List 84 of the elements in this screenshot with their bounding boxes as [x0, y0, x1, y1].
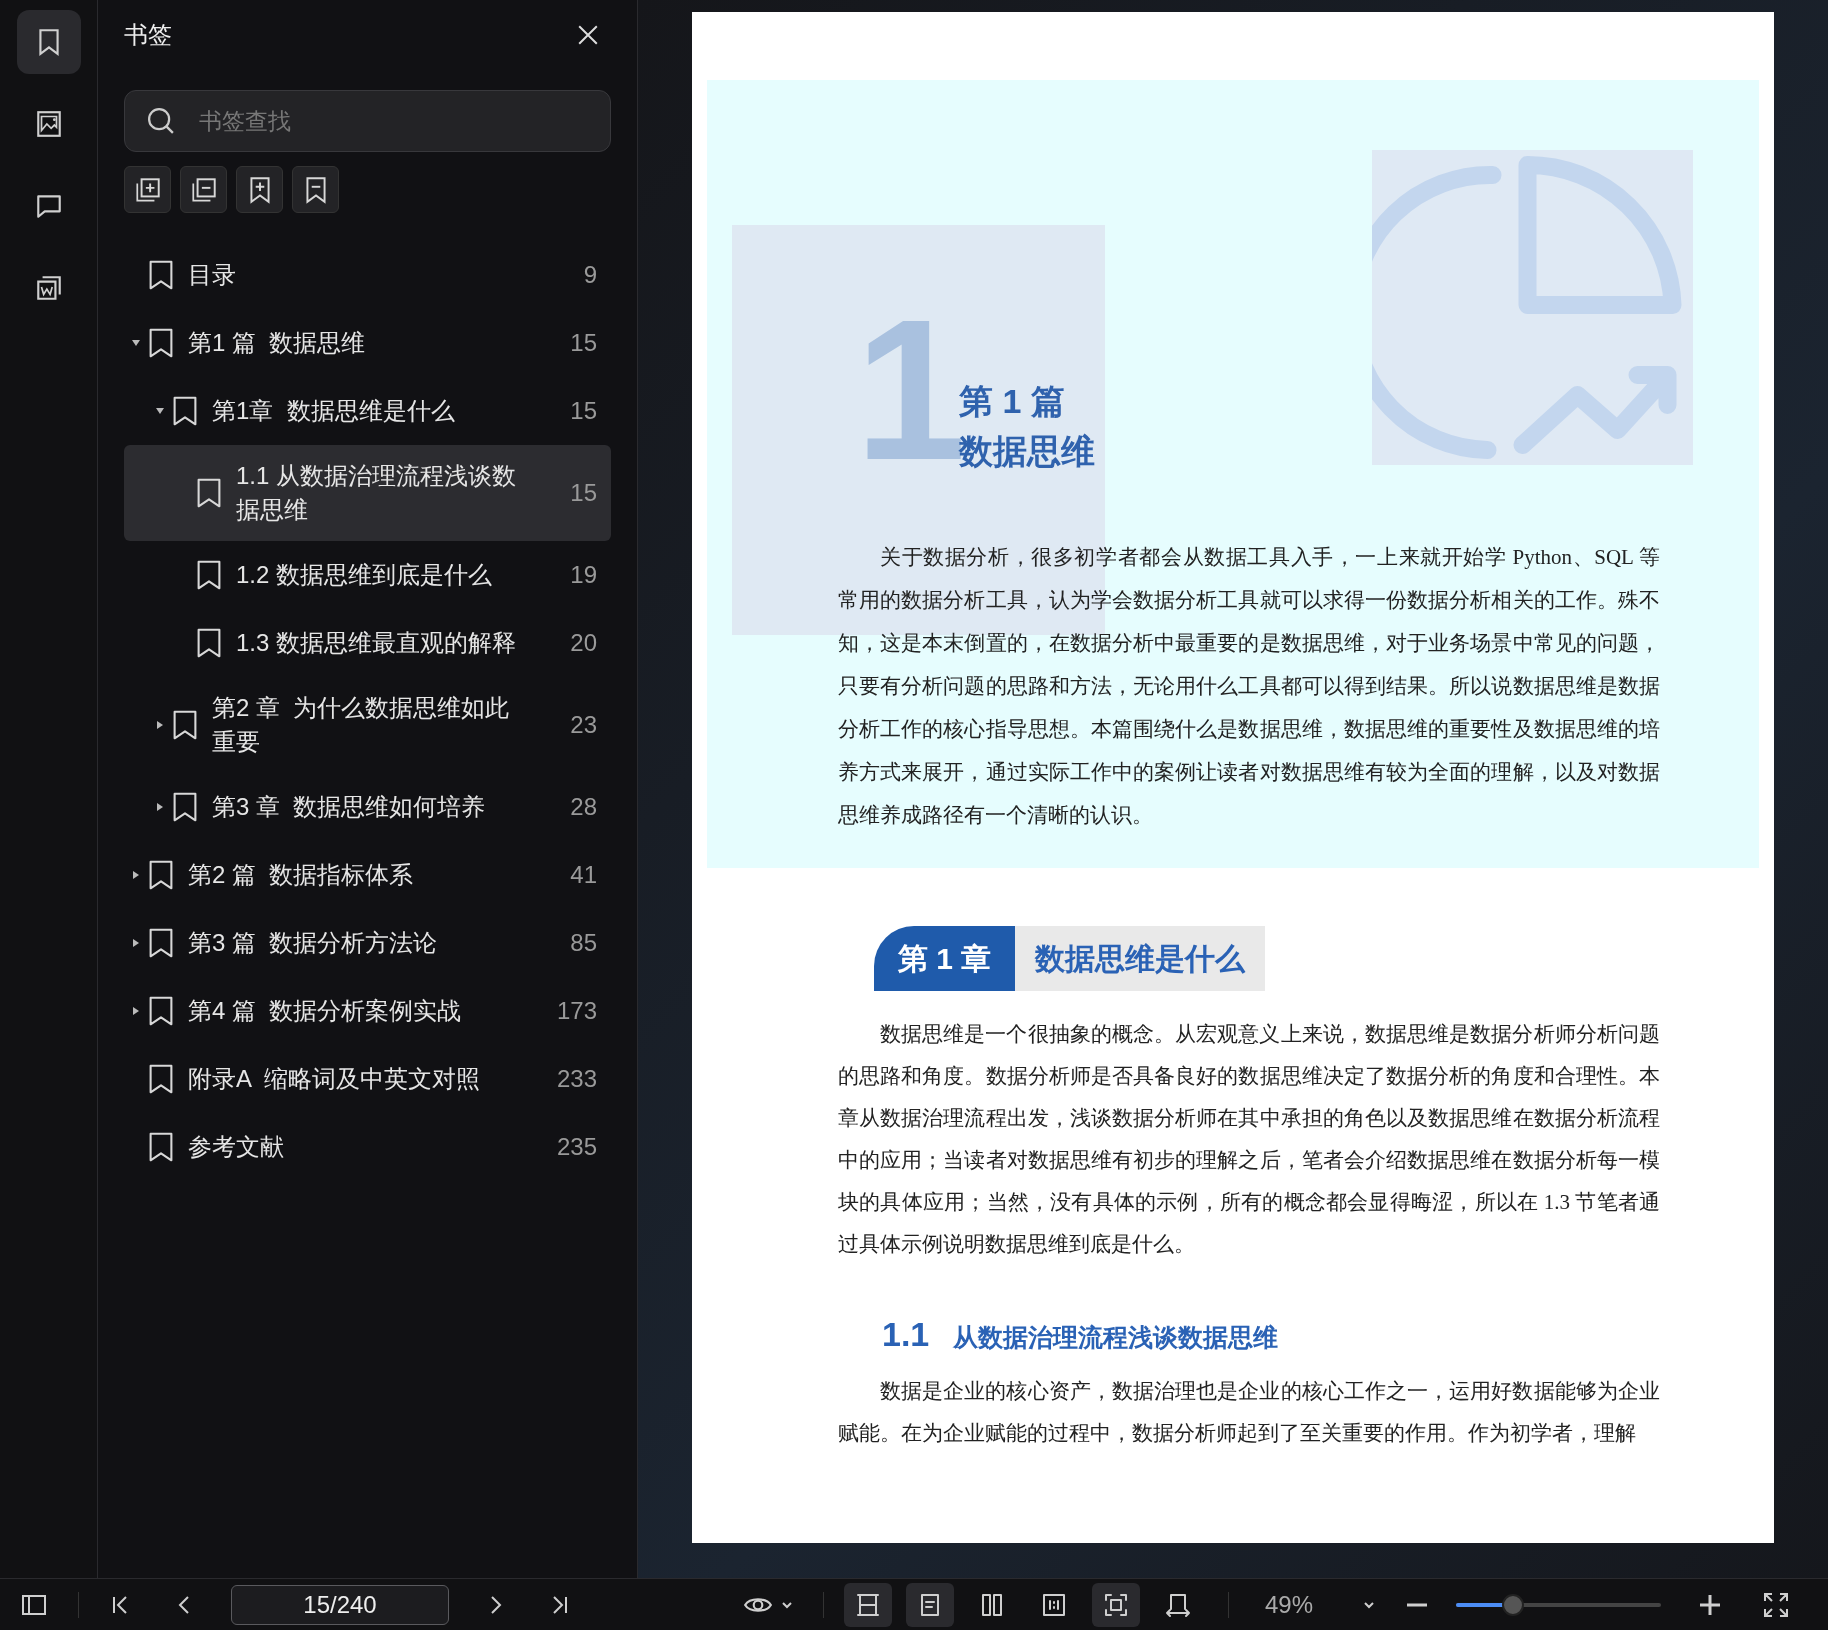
toolbar-button[interactable] [236, 166, 283, 213]
page-number: 15 [569, 478, 597, 508]
bookmark-row[interactable]: 第3 章 数据思维如何培养 28 [124, 773, 611, 841]
caret-icon[interactable] [155, 802, 165, 812]
page-number: 20 [569, 628, 597, 658]
page-number: 173 [555, 996, 597, 1026]
bookmark-title: 1.1 从数据治理流程浅谈数据思维 [236, 461, 518, 525]
caret-icon[interactable] [155, 720, 165, 730]
section-paragraph: 数据是企业的核心资产，数据治理也是企业的核心工作之一，运用好数据能够为企业赋能。在为企业赋能的过程中，数据分析师起到了至关重要的作用。作为初学者，理解 [838, 1378, 1660, 1447]
intro-paragraph: 关于数据分析，很多初学者都会从数据工具入手，一上来就开始学 Python、SQL 等常用的数据分析工具，认为学会数据分析工具就可以求得一份数据分析相关的工作。殊不知，这是本末倒置的，在数据分析中最重要的是数据思维，对于业务场景中常见的问题，只要有分析问题的思路和方法，无论用什么工具都可以得到结果。所以说数据思维是数据分析工作的核心指导思想。本篇围绕什么是数据思维，数据思维的重要性及数据思维的培养方式来展开，通过实际工作中的案例让读者对数据思维有较为全面的理解，以及对数据思维养成路径有一个清晰的认识。 [838, 544, 1660, 829]
view-mode-button[interactable] [844, 1582, 892, 1627]
bookmark-icon [148, 860, 174, 890]
bookmark-icon [172, 396, 198, 426]
panel-title: 书签 [124, 20, 172, 50]
page-number: 23 [569, 710, 597, 740]
bookmark-row[interactable]: 第1 篇 数据思维 15 [124, 309, 611, 377]
page-number: 15 [569, 328, 597, 358]
zoom-in-icon[interactable] [1698, 1592, 1722, 1617]
zoom-value[interactable]: 49% [1265, 1586, 1325, 1623]
page-number: 233 [555, 1064, 597, 1094]
bookmark-title: 目录 [188, 260, 237, 290]
bookmark-icon [196, 628, 222, 658]
page-number: 19 [569, 560, 597, 590]
bookmark-row[interactable]: 1.1 从数据治理流程浅谈数据思维 15 [124, 445, 611, 541]
chapter-label: 第 1 章 [874, 926, 1016, 991]
page-number: 41 [569, 860, 597, 890]
bookmark-title: 附录A 缩略词及中英文对照 [188, 1064, 482, 1094]
caret-icon[interactable] [131, 1006, 141, 1016]
page-number: 9 [582, 260, 597, 290]
bookmark-title: 参考文献 [188, 1132, 285, 1162]
toolbar-button[interactable] [180, 166, 227, 213]
search-icon [146, 106, 176, 136]
bookmark-row[interactable]: 第3 篇 数据分析方法论 85 [124, 909, 611, 977]
bookmark-row[interactable]: 附录A 缩略词及中英文对照 233 [124, 1045, 611, 1113]
bookmark-title: 第2 章 为什么数据思维如此重要 [212, 693, 511, 757]
bookmark-icon [196, 478, 222, 508]
bookmark-icon [148, 328, 174, 358]
bookmark-icon [172, 710, 198, 740]
bookmark-icon [172, 792, 198, 822]
chapter-paragraph: 数据思维是一个很抽象的概念。从宏观意义上来说，数据思维是数据分析师分析问题的思路和角度。数据分析师是否具备良好的数据思维决定了数据分析的角度和合理性。本章从数据治理流程出发，浅谈数据分析师在其中承担的角色以及数据思维在数据分析流程中的应用；当读者对数据思维有初步的理解之后，笔者会介绍数据思维在数据分析每一模块的具体应用；当然，没有具体的示例，所有的概念都会显得晦涩，所以在 1.3 节笔者通过具体示例说明数据思维到底是什么。 [838, 1021, 1660, 1258]
bookmark-icon [148, 928, 174, 958]
bookmark-title: 1.3 数据思维最直观的解释 [236, 628, 518, 658]
view-mode-button[interactable] [1092, 1582, 1140, 1627]
fullscreen-icon[interactable] [1762, 1590, 1790, 1619]
part-title: 数据思维 [959, 432, 1095, 472]
page-number: 235 [555, 1132, 597, 1162]
page-number: 85 [569, 928, 597, 958]
bookmark-title: 第2 篇 数据指标体系 [188, 860, 415, 890]
close-icon[interactable] [577, 24, 599, 46]
page-number-field[interactable]: 15/240 [231, 1584, 449, 1625]
bookmark-row[interactable]: 1.2 数据思维到底是什么 19 [124, 541, 611, 609]
bookmark-icon [148, 1132, 174, 1162]
bookmark-row[interactable]: 1.3 数据思维最直观的解释 20 [124, 609, 611, 677]
caret-icon[interactable] [155, 406, 165, 416]
bookmark-icon [148, 996, 174, 1026]
bookmark-title: 第1章 数据思维是什么 [212, 396, 456, 426]
bookmark-title: 第3 章 数据思维如何培养 [212, 792, 487, 822]
bookmark-row[interactable]: 第2 篇 数据指标体系 41 [124, 841, 611, 909]
caret-icon[interactable] [131, 938, 141, 948]
search-field[interactable]: 书签查找 [124, 90, 611, 152]
bookmark-icon [148, 1064, 174, 1094]
bookmark-title: 第1 篇 数据思维 [188, 328, 367, 358]
caret-icon[interactable] [131, 870, 141, 880]
bookmark-row[interactable]: 第1章 数据思维是什么 15 [124, 377, 611, 445]
section-number: 1.1 [882, 1314, 930, 1355]
bookmark-title: 1.2 数据思维到底是什么 [236, 560, 494, 590]
bookmark-row[interactable]: 第4 篇 数据分析案例实战 173 [124, 977, 611, 1045]
bookmark-icon [196, 560, 222, 590]
toolbar-button[interactable] [124, 166, 171, 213]
bookmark-row[interactable]: 目录 9 [124, 241, 611, 309]
rail-tab[interactable] [16, 10, 81, 74]
page-number: 28 [569, 792, 597, 822]
toolbar-button[interactable] [292, 166, 339, 213]
section-title: 从数据治理流程浅谈数据思维 [953, 1322, 1279, 1353]
caret-icon[interactable] [131, 338, 141, 348]
bookmark-title: 第3 篇 数据分析方法论 [188, 928, 439, 958]
bookmark-row[interactable]: 第2 章 为什么数据思维如此重要 23 [124, 677, 611, 773]
page-number: 15 [569, 396, 597, 426]
bookmark-row[interactable]: 参考文献 235 [124, 1113, 611, 1181]
slider-thumb[interactable] [1502, 1593, 1525, 1616]
chapter-title: 数据思维是什么 [1015, 926, 1266, 991]
view-mode-button[interactable] [906, 1582, 954, 1627]
bookmark-title: 第4 篇 数据分析案例实战 [188, 996, 463, 1026]
bookmark-icon [148, 260, 174, 290]
